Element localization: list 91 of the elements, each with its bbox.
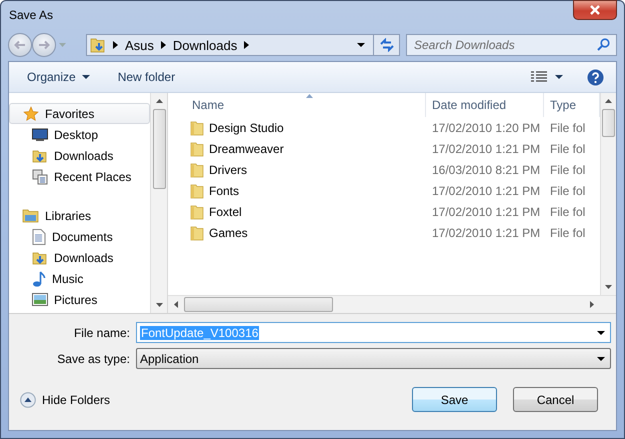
nav-group[interactable]: Libraries [9, 205, 150, 226]
nav-item[interactable]: Downloads [9, 247, 150, 268]
folder-icon [190, 162, 204, 178]
folder-arrow-icon [90, 37, 106, 53]
search-icon [597, 38, 610, 51]
folder-icon [190, 182, 204, 198]
new-folder-button[interactable]: New folder [118, 70, 176, 84]
library-folder-icon [22, 208, 39, 223]
type-cell-text: File fol [549, 226, 586, 240]
folder-icon [190, 140, 204, 156]
close-button[interactable] [573, 0, 617, 20]
file-name[interactable]: Drivers [209, 162, 247, 176]
scroll-right-icon[interactable] [590, 301, 594, 308]
type-cell-text: File fol [549, 184, 586, 198]
scroll-thumb[interactable] [152, 109, 166, 189]
view-list-icon[interactable] [531, 71, 547, 83]
nav-item[interactable]: Documents [9, 226, 150, 247]
organize-menu[interactable]: Organize [27, 70, 90, 84]
scrollbar[interactable] [150, 93, 167, 313]
date-cell-text: 17/02/2010 1:21 PM [431, 226, 542, 240]
chevron-icon[interactable] [160, 41, 166, 49]
folder-arrow-icon [32, 148, 48, 164]
date-cell-text: 17/02/2010 1:20 PM [431, 120, 542, 134]
nav-item[interactable]: Music [9, 268, 150, 289]
file-name[interactable]: Foxtel [209, 204, 242, 218]
type-cell-text: File fol [549, 142, 586, 156]
file-name-label: File name: [72, 326, 130, 340]
column-header[interactable]: Date modified [426, 93, 544, 117]
nav-item[interactable]: Recent Places [9, 166, 150, 187]
picture-frame-icon [32, 292, 48, 306]
scrollbar[interactable] [600, 93, 616, 295]
file-name[interactable]: Dreamweaver [209, 142, 284, 156]
breadcrumb[interactable]: Downloads [172, 38, 238, 52]
breadcrumb[interactable]: Asus [125, 38, 154, 52]
monitor-icon [32, 128, 48, 142]
help-icon[interactable] [587, 68, 604, 86]
back-button[interactable] [8, 33, 32, 57]
folder-icon [190, 120, 204, 136]
file-name[interactable]: Design Studio [209, 120, 284, 134]
date-cell-text: 16/03/2010 8:21 PM [431, 162, 542, 176]
star-icon [23, 106, 39, 122]
file-name[interactable]: Fonts [209, 184, 240, 198]
scroll-up-icon[interactable] [605, 99, 612, 103]
scroll-down-icon[interactable] [156, 303, 162, 307]
nav-item[interactable]: Downloads [9, 145, 150, 166]
music-note-icon [32, 270, 46, 286]
folder-arrow-icon [32, 250, 48, 266]
scroll-down-icon[interactable] [605, 285, 612, 289]
hide-folders-button[interactable]: Hide Folders [20, 392, 110, 408]
caret-icon [597, 356, 605, 360]
folder-icon [190, 204, 204, 220]
nav-item[interactable]: Desktop [9, 124, 150, 145]
dialog-button[interactable]: Save [412, 387, 497, 412]
type-cell-text: File fol [549, 120, 586, 134]
back-arrow-icon [14, 40, 26, 50]
forward-arrow-icon [38, 40, 50, 50]
refresh-button[interactable] [374, 34, 400, 56]
search-field[interactable]: Search Downloads [406, 34, 617, 56]
type-cell-text: File fol [549, 162, 586, 176]
document-icon [32, 228, 46, 244]
scroll-thumb[interactable] [602, 109, 615, 137]
recent-places-icon [32, 168, 48, 184]
nav-item[interactable]: Pictures [9, 289, 150, 310]
folder-icon [190, 224, 204, 240]
scroll-thumb[interactable] [184, 297, 333, 312]
chevron-icon[interactable] [244, 41, 250, 49]
date-cell-text: 17/02/2010 1:21 PM [431, 184, 542, 198]
chevron-icon[interactable] [113, 41, 118, 49]
caret-icon [82, 75, 90, 79]
caret-icon[interactable] [555, 75, 563, 79]
type-cell-text: File fol [549, 204, 586, 218]
date-cell-text: 17/02/2010 1:21 PM [431, 204, 542, 218]
save-type-label: Save as type: [56, 352, 130, 366]
horizontal-scrollbar[interactable] [168, 295, 616, 313]
dialog-button[interactable]: Cancel [513, 387, 598, 412]
dropdown-caret-icon[interactable] [357, 43, 365, 47]
scroll-left-icon[interactable] [174, 301, 178, 308]
save-type-dropdown[interactable]: Application [136, 348, 611, 369]
collapse-up-icon [20, 392, 36, 408]
address-bar[interactable]: Asus Downloads [86, 34, 374, 56]
sort-arrow-icon [306, 94, 313, 98]
file-name[interactable]: Games [209, 226, 248, 240]
column-header[interactable]: Name [186, 93, 426, 117]
scroll-up-icon[interactable] [156, 99, 162, 103]
date-cell-text: 17/02/2010 1:21 PM [431, 142, 542, 156]
caret-icon [597, 330, 605, 334]
close-icon [589, 5, 601, 15]
nav-group[interactable]: Favorites [9, 103, 150, 124]
window-title: Save As [9, 8, 54, 22]
refresh-icon [378, 38, 394, 52]
forward-button[interactable] [32, 33, 56, 57]
